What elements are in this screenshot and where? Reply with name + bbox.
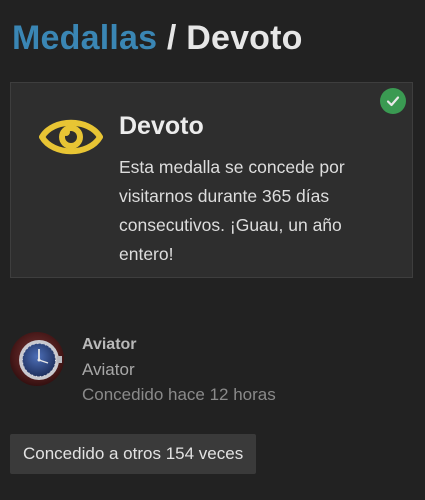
- granted-user-row: Aviator Aviator Concedido hace 12 horas: [10, 332, 410, 412]
- granted-time: Concedido hace 12 horas: [82, 385, 276, 404]
- check-icon: [380, 88, 406, 114]
- breadcrumb-current: Devoto: [186, 19, 303, 57]
- breadcrumb-separator: /: [166, 19, 177, 57]
- badge-card: Devoto Esta medalla se concede por visit…: [10, 82, 413, 278]
- badge-name: Devoto: [119, 112, 204, 140]
- eye-icon: [39, 119, 103, 155]
- breadcrumb-badges-link[interactable]: Medallas: [12, 19, 157, 57]
- badge-description: Esta medalla se concede por visitarnos d…: [119, 157, 345, 264]
- granted-to-others-button[interactable]: Concedido a otros 154 veces: [10, 434, 257, 474]
- avatar[interactable]: [10, 332, 64, 386]
- badge-page: Medallas / Devoto Devoto Esta medalla se…: [0, 0, 425, 500]
- breadcrumb: Medallas / Devoto: [12, 17, 303, 59]
- user-title: Aviator: [82, 360, 135, 379]
- username-link[interactable]: Aviator: [82, 335, 137, 355]
